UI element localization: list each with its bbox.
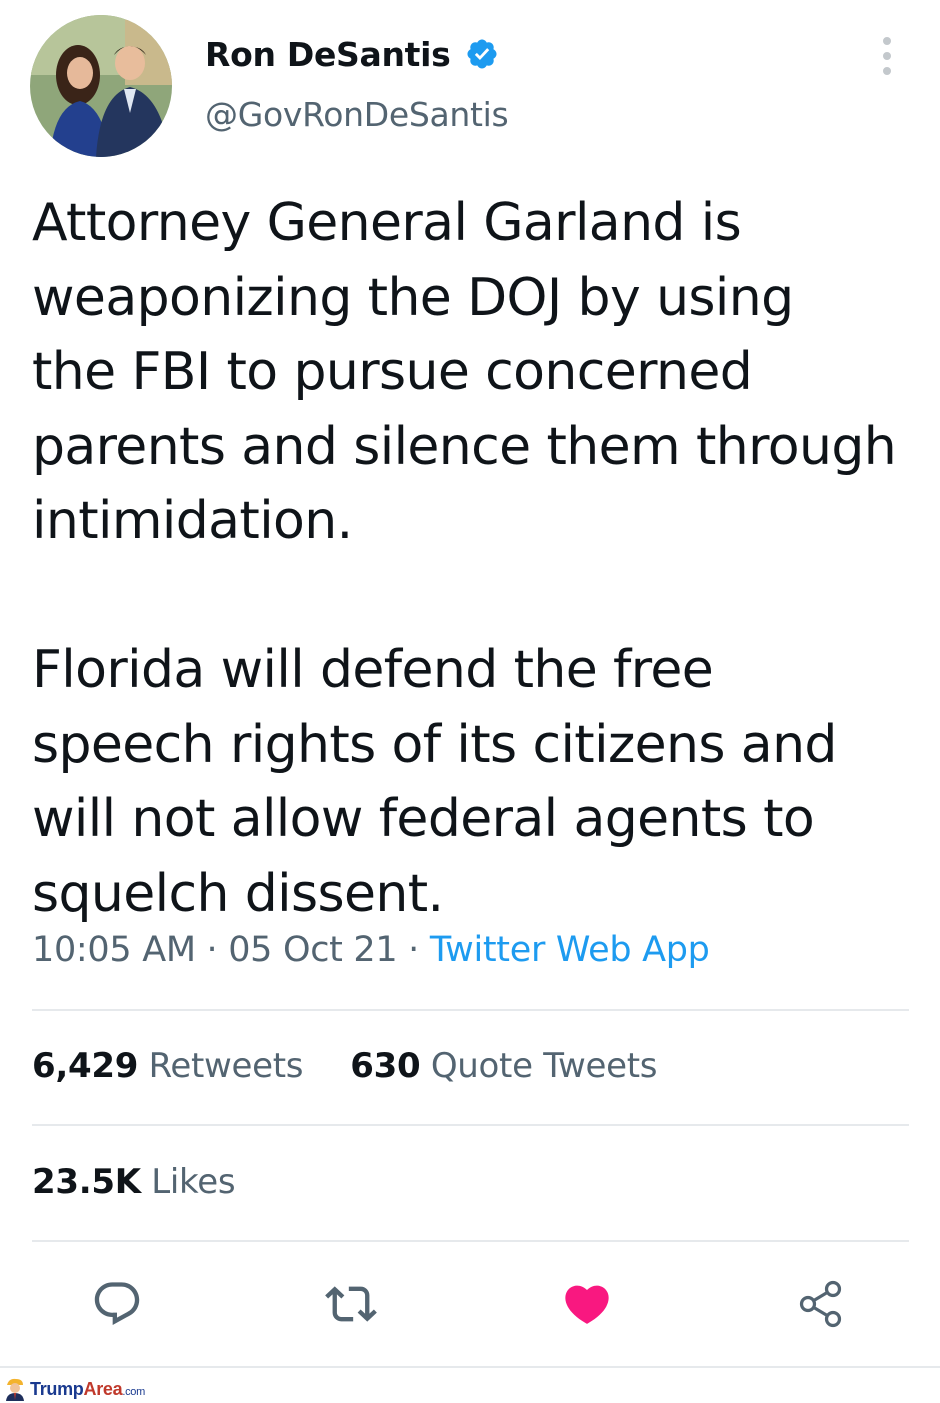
quotes-count: 630: [350, 1046, 421, 1086]
likes-stats-row: 23.5K Likes: [32, 1162, 236, 1202]
tweet-source[interactable]: Twitter Web App: [430, 930, 710, 970]
share-icon[interactable]: [796, 1278, 848, 1330]
author-name[interactable]: Ron DeSantis: [205, 35, 451, 74]
avatar[interactable]: [30, 15, 172, 157]
retweets-label: Retweets: [148, 1046, 304, 1086]
trump-mascot-icon: [6, 1378, 24, 1401]
reply-icon[interactable]: [91, 1278, 143, 1330]
divider: [32, 1009, 909, 1011]
meta-separator-2: ·: [397, 930, 430, 970]
likes-label: Likes: [151, 1162, 236, 1202]
more-options-icon[interactable]: [874, 36, 900, 76]
meta-separator-1: ·: [195, 930, 229, 970]
quote-tweets-link[interactable]: 630 Quote Tweets: [350, 1046, 657, 1086]
quotes-label: Quote Tweets: [430, 1046, 658, 1086]
retweets-link[interactable]: 6,429 Retweets: [32, 1046, 304, 1086]
bottom-divider: [0, 1366, 940, 1368]
divider: [32, 1240, 909, 1242]
avatar-photo: [30, 15, 172, 157]
watermark-part3: .com: [122, 1385, 145, 1398]
author-handle[interactable]: @GovRonDeSantis: [205, 95, 509, 134]
tweet-date[interactable]: 05 Oct 21: [228, 930, 397, 970]
like-icon[interactable]: [561, 1278, 613, 1330]
author-name-row[interactable]: Ron DeSantis: [205, 28, 499, 80]
watermark: TrumpArea.com: [4, 1377, 145, 1401]
tweet-time[interactable]: 10:05 AM: [32, 930, 196, 970]
divider: [32, 1124, 909, 1126]
tweet-meta: 10:05 AM · 05 Oct 21 · Twitter Web App: [32, 930, 710, 970]
tweet-text: Attorney General Garland is weaponizing …: [32, 193, 897, 924]
retweet-stats-row: 6,429 Retweets 630 Quote Tweets: [32, 1046, 658, 1086]
retweets-count: 6,429: [32, 1046, 139, 1086]
likes-count: 23.5K: [32, 1162, 141, 1202]
verified-badge-icon: [466, 39, 497, 69]
retweet-icon[interactable]: [325, 1278, 377, 1330]
watermark-part1: Trump: [30, 1378, 84, 1399]
watermark-part2: Area: [83, 1378, 123, 1399]
likes-link[interactable]: 23.5K Likes: [32, 1162, 236, 1202]
